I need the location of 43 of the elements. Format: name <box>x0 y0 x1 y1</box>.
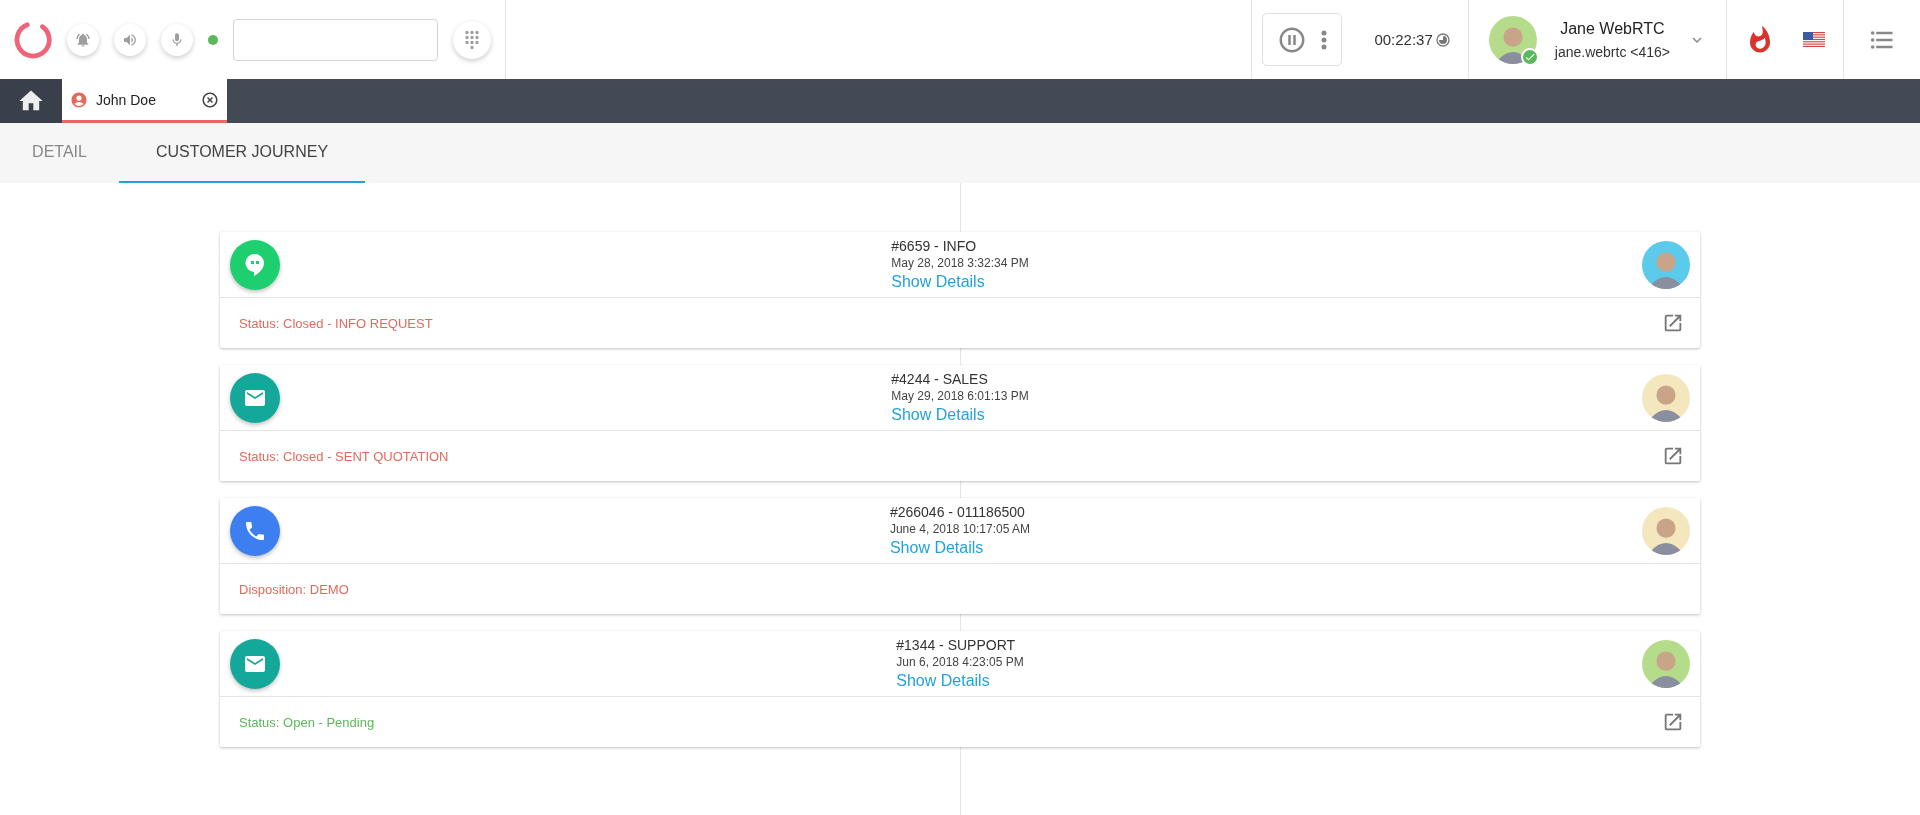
interaction-title: #266046 - 011186500 <box>889 504 1025 520</box>
interaction-date: May 28, 2018 3:32:34 PM <box>891 256 1029 270</box>
bell-icon <box>75 31 91 48</box>
interaction-title: #1344 - SUPPORT <box>896 637 1016 653</box>
close-icon[interactable] <box>201 90 219 109</box>
volume-button[interactable] <box>114 23 146 56</box>
show-details-link[interactable]: Show Details <box>891 273 985 291</box>
open-external-icon[interactable] <box>1662 445 1684 467</box>
speaker-icon <box>122 31 138 48</box>
dialpad-icon <box>462 29 482 50</box>
show-details-link[interactable]: Show Details <box>891 406 985 424</box>
logo-icon <box>14 20 52 59</box>
tab[interactable]: DETAIL <box>0 123 119 183</box>
status-text: Status: Closed - INFO REQUEST <box>239 315 433 331</box>
clock-icon <box>1435 32 1450 47</box>
interaction-title: #4244 - SALES <box>891 371 988 387</box>
user-icon <box>70 90 88 109</box>
open-external-icon[interactable] <box>1662 711 1684 733</box>
tab-label: John Doe <box>96 91 157 108</box>
dialpad-button[interactable] <box>453 20 491 59</box>
call-timer: 00:22:37 <box>1374 31 1433 48</box>
microphone-button[interactable] <box>161 23 193 56</box>
interaction-date: June 4, 2018 10:17:05 AM <box>889 522 1031 536</box>
interaction-date: May 29, 2018 6:01:13 PM <box>891 389 1029 403</box>
status-text: Status: Closed - SENT QUOTATION <box>239 448 449 464</box>
interaction-date: Jun 6, 2018 4:23:05 PM <box>896 655 1024 669</box>
record-tab[interactable]: John Doe <box>62 79 227 123</box>
search-field[interactable] <box>233 18 438 61</box>
flag-icon[interactable] <box>1803 32 1825 47</box>
show-details-link[interactable]: Show Details <box>896 672 990 690</box>
user-name: Jane WebRTC <box>1560 19 1665 38</box>
home-button[interactable] <box>0 79 62 123</box>
chat-bubble-icon <box>244 252 266 277</box>
user-extension: jane.webrtc <416> <box>1554 43 1670 60</box>
notifications-button[interactable] <box>67 23 99 56</box>
interaction-title: #6659 - INFO <box>891 238 977 254</box>
status-text: Disposition: DEMO <box>239 581 349 597</box>
more-icon <box>1321 29 1328 50</box>
more-button[interactable] <box>1321 29 1328 50</box>
open-external-icon[interactable] <box>1662 312 1684 334</box>
show-details-link[interactable]: Show Details <box>889 539 984 557</box>
status-text: Status: Open - Pending <box>239 714 375 730</box>
microphone-icon <box>169 31 185 48</box>
